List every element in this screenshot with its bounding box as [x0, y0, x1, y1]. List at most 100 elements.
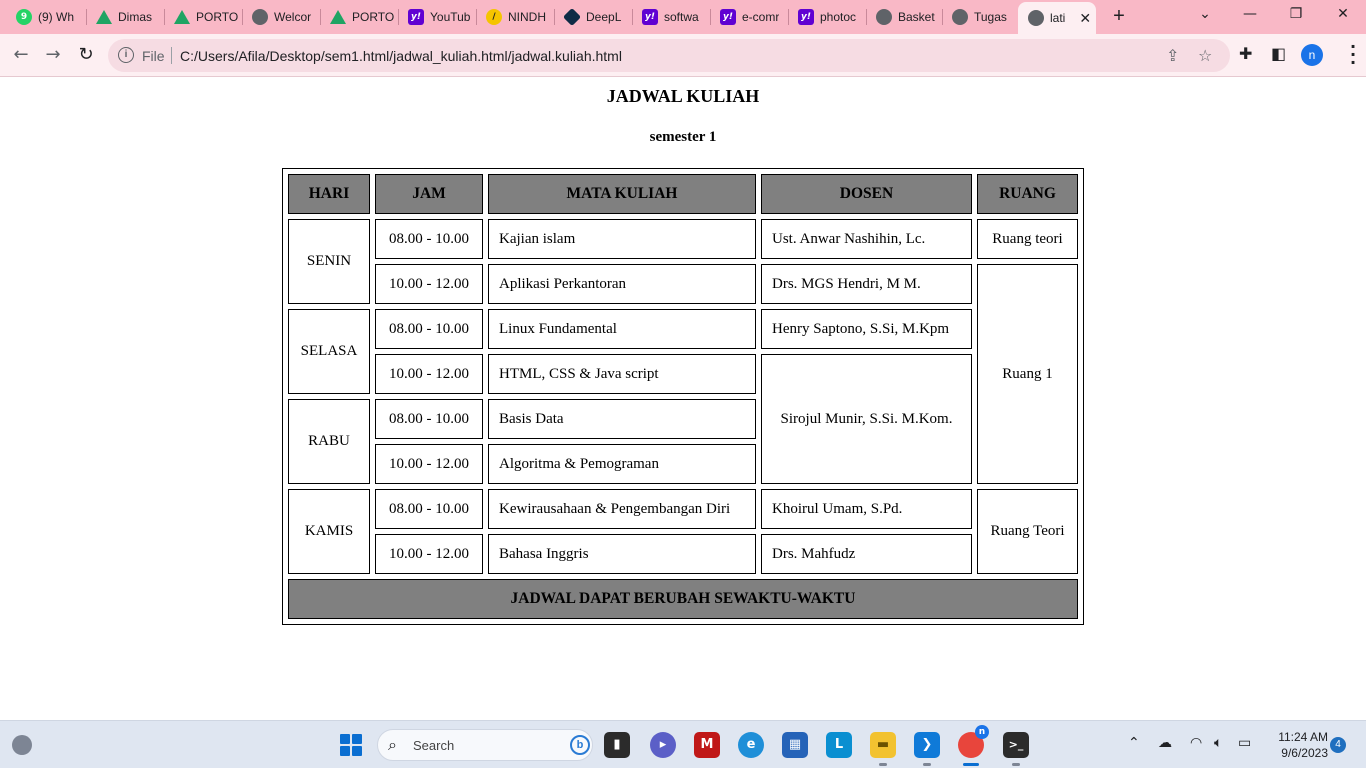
reload-button[interactable]: ↻ — [74, 43, 98, 67]
taskbar-search-box[interactable]: ⌕ Search b — [377, 729, 593, 761]
google-drive-icon — [330, 10, 346, 24]
forward-button[interactable]: → — [41, 43, 65, 67]
globe-icon — [252, 9, 268, 25]
tab-software[interactable]: y! softwa — [632, 0, 710, 34]
table-row: 10.00 - 12.00 HTML, CSS & Java script Si… — [288, 354, 1078, 484]
table-row: SENIN 08.00 - 10.00 Kajian islam Ust. An… — [288, 219, 1078, 304]
time-cell: 10.00 - 12.00 — [375, 444, 483, 484]
url-text[interactable]: C:/Users/Afila/Desktop/sem1.html/jadwal_… — [180, 48, 622, 64]
lecturer-cell: Ust. Anwar Nashihin, Lc. — [761, 219, 972, 259]
chrome-icon[interactable]: n — [958, 725, 989, 766]
notification-badge[interactable]: 4 — [1330, 737, 1346, 753]
google-drive-icon — [174, 10, 190, 24]
address-divider — [171, 47, 172, 64]
tab-deepl[interactable]: DeepL — [554, 0, 632, 34]
share-icon[interactable]: ⇪ — [1166, 46, 1179, 65]
meet-icon[interactable]: ▸ — [650, 732, 676, 758]
search-placeholder: Search — [413, 738, 455, 753]
volume-icon[interactable]: 🔈︎ — [1214, 735, 1222, 751]
side-panel-icon[interactable]: ◧ — [1271, 44, 1286, 63]
tab-welcome[interactable]: Welcor — [242, 0, 320, 34]
menu-kebab-icon[interactable]: · · · — [1350, 39, 1356, 71]
header-ruang: RUANG — [977, 174, 1078, 214]
edge-icon[interactable]: e — [738, 732, 764, 758]
info-icon[interactable]: i — [118, 47, 134, 63]
tab-title: (9) Wh — [38, 10, 74, 24]
room-cell: Ruang 1 — [977, 264, 1078, 484]
lecturer-cell: Sirojul Munir, S.Si. M.Kom. — [761, 354, 972, 484]
globe-icon — [1028, 10, 1044, 26]
tab-youtube[interactable]: y! YouTub — [398, 0, 476, 34]
store-icon[interactable]: ▦ — [782, 732, 808, 758]
globe-icon — [876, 9, 892, 25]
course-cell: Bahasa Inggris — [488, 534, 756, 574]
table-row: KAMIS 08.00 - 10.00 Kewirausahaan & Peng… — [288, 489, 1078, 574]
profile-avatar[interactable]: n — [1301, 44, 1323, 66]
bing-icon[interactable]: b — [570, 735, 590, 755]
yahoo-icon: y! — [642, 9, 658, 25]
folder-icon[interactable]: ▬ — [870, 732, 896, 766]
tab-ecommerce[interactable]: y! e-comr — [710, 0, 788, 34]
mcafee-icon[interactable]: M — [694, 732, 720, 758]
tab-porto-2[interactable]: PORTO — [320, 0, 398, 34]
new-tab-button[interactable]: + — [1108, 5, 1130, 27]
minimize-button[interactable]: — — [1240, 6, 1260, 22]
battery-icon[interactable]: ▭ — [1238, 735, 1251, 751]
tab-active[interactable]: lati ✕ — [1018, 2, 1096, 34]
start-windows-icon[interactable] — [340, 734, 362, 756]
system-clock[interactable]: 11:24 AM 9/6/2023 — [1268, 729, 1328, 761]
file-explorer-icon[interactable]: ▮ — [604, 732, 630, 758]
extensions-puzzle-icon[interactable]: ✚ — [1239, 44, 1252, 63]
header-hari: HARI — [288, 174, 370, 214]
day-cell-rabu: RABU — [288, 399, 370, 484]
start-tile — [352, 746, 362, 756]
header-dosen: DOSEN — [761, 174, 972, 214]
onedrive-offline-icon[interactable]: ☁ — [1158, 735, 1172, 751]
clock-date: 9/6/2023 — [1281, 746, 1328, 760]
tab-basket[interactable]: Basket — [866, 0, 942, 34]
time-cell: 08.00 - 10.00 — [375, 309, 483, 349]
tab-photoshop[interactable]: y! photoc — [788, 0, 866, 34]
deepl-icon — [562, 7, 582, 27]
start-tile — [352, 734, 362, 744]
course-cell: Linux Fundamental — [488, 309, 756, 349]
tab-title: NINDH — [508, 10, 546, 24]
tab-title: photoc — [820, 10, 857, 24]
course-cell: Aplikasi Perkantoran — [488, 264, 756, 304]
l-app-icon[interactable]: L — [826, 732, 852, 758]
table-row: 10.00 - 12.00 Aplikasi Perkantoran Drs. … — [288, 264, 1078, 484]
time-cell: 10.00 - 12.00 — [375, 534, 483, 574]
tab-title: Dimas — [118, 10, 153, 24]
show-hidden-icons-chevron[interactable]: ⌃ — [1128, 735, 1140, 751]
address-bar[interactable]: i File C:/Users/Afila/Desktop/sem1.html/… — [108, 39, 1230, 72]
chrome-profile-badge: n — [975, 725, 989, 739]
vscode-icon[interactable]: ❯ — [914, 732, 940, 766]
page-title: JADWAL KULIAH — [606, 86, 760, 106]
tab-porto-1[interactable]: PORTO — [164, 0, 242, 34]
tab-whatsapp[interactable]: 9 (9) Wh — [6, 0, 88, 34]
tab-title: Basket — [898, 10, 935, 24]
tab-tugas[interactable]: Tugas — [942, 0, 1018, 34]
close-tab-icon[interactable]: ✕ — [1079, 10, 1091, 27]
restore-button[interactable]: ❐ — [1286, 6, 1306, 22]
lecturer-cell: Drs. Mahfudz — [761, 534, 972, 574]
yahoo-icon: y! — [720, 9, 736, 25]
table-header-row: HARI JAM MATA KULIAH DOSEN RUANG — [288, 174, 1078, 214]
weather-widget-icon[interactable] — [12, 735, 32, 755]
bookmark-star-icon[interactable]: ☆ — [1198, 46, 1212, 65]
tab-title: Tugas — [974, 10, 1007, 24]
browser-toolbar: ← → ↻ i File C:/Users/Afila/Desktop/sem1… — [0, 34, 1366, 77]
page-subtitle: semester 1 — [649, 129, 717, 145]
close-window-button[interactable]: ✕ — [1333, 6, 1353, 22]
terminal-icon[interactable]: >_ — [1003, 732, 1029, 766]
tab-search-chevron-icon[interactable]: ⌄ — [1195, 6, 1215, 22]
time-cell: 08.00 - 10.00 — [375, 399, 483, 439]
course-cell: HTML, CSS & Java script — [488, 354, 756, 394]
back-button[interactable]: ← — [9, 43, 33, 67]
table-row: 10.00 - 12.00 Bahasa Inggris Drs. Mahfud… — [288, 534, 1078, 574]
wifi-icon[interactable]: ◠ — [1190, 735, 1202, 751]
yahoo-icon: y! — [408, 9, 424, 25]
tab-nindh[interactable]: / NINDH — [476, 0, 554, 34]
tab-dimas[interactable]: Dimas — [86, 0, 164, 34]
tab-title: DeepL — [586, 10, 622, 24]
